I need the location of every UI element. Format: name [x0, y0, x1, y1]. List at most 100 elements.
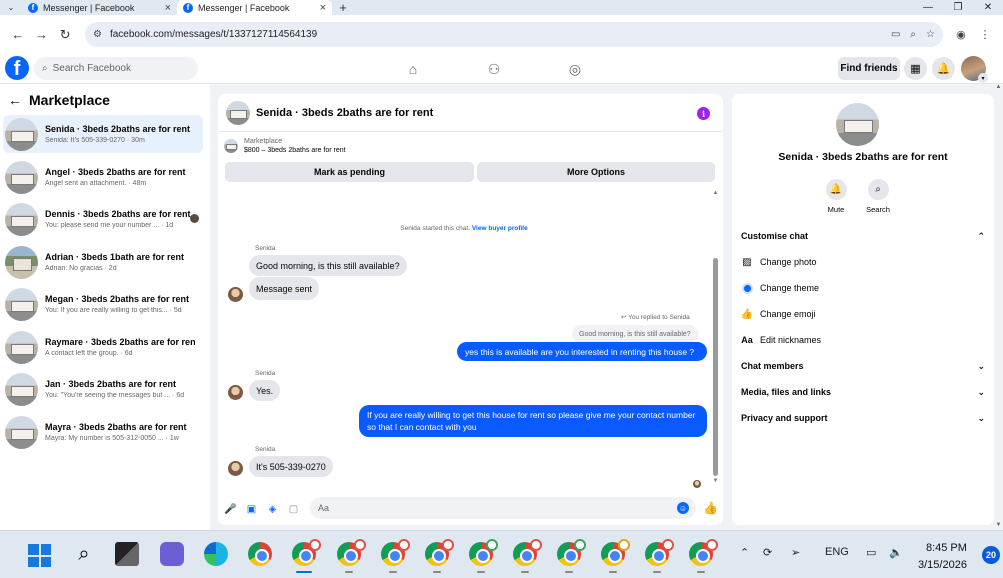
close-tab-icon[interactable]: × [320, 2, 326, 14]
chat-title[interactable]: Senida · 3beds 2baths are for rent [256, 107, 433, 119]
thread-item[interactable]: Angel · 3beds 2baths are for rent Angel … [3, 158, 203, 196]
browser-tab-1[interactable]: f Messenger | Facebook × [22, 0, 177, 15]
friends-icon[interactable]: ⚇ [484, 59, 504, 79]
change-emoji-item[interactable]: 👍 Change emoji [741, 305, 985, 323]
search-icon[interactable]: ⌕ [72, 542, 96, 566]
listing-banner[interactable]: Marketplace $800 – 3beds 2baths are for … [224, 138, 346, 154]
chat-avatar[interactable] [226, 100, 250, 125]
thread-item[interactable]: Dennis · 3beds 2baths are for rent You: … [3, 200, 203, 238]
forward-button[interactable]: → [30, 23, 54, 47]
sender-avatar[interactable] [228, 461, 243, 476]
new-tab-button[interactable]: + [332, 0, 354, 15]
minimize-button[interactable]: — [913, 0, 943, 15]
menu-grid-icon[interactable]: ▦ [904, 57, 927, 80]
thread-item[interactable]: Adrian · 3beds 1bath are for rent Adrian… [3, 243, 203, 281]
change-theme-item[interactable]: Change theme [741, 279, 985, 297]
scroll-down-icon[interactable]: ▼ [994, 522, 1003, 528]
gif-icon[interactable]: ▢ [287, 503, 300, 516]
sender-avatar[interactable] [228, 287, 243, 302]
chrome-profile-icon[interactable] [601, 539, 630, 573]
reload-button[interactable]: ↻ [53, 23, 77, 47]
home-icon[interactable]: ⌂ [403, 59, 423, 79]
groups-icon[interactable]: ◎ [565, 59, 585, 79]
chrome-profile-icon[interactable] [337, 539, 366, 573]
page-scrollbar[interactable]: ▲ ▼ [994, 84, 1003, 530]
chrome-profile-icon[interactable] [689, 539, 718, 573]
incoming-message[interactable]: It's 505-339-0270 [249, 456, 333, 477]
edge-browser-icon[interactable] [204, 542, 228, 566]
change-photo-item[interactable]: ▨ Change photo [741, 253, 985, 271]
emoji-icon[interactable]: ☺ [677, 502, 689, 514]
zoom-icon[interactable]: ⌕ [910, 29, 916, 40]
back-arrow-icon[interactable]: ← [8, 92, 22, 108]
chevron-up-icon[interactable]: ⌃ [740, 546, 749, 559]
sync-icon[interactable]: ⟳ [763, 546, 772, 559]
chrome-profile-icon[interactable] [645, 539, 674, 573]
search-action[interactable]: ⌕ Search [858, 179, 898, 214]
install-app-icon[interactable]: ▭ [891, 29, 900, 40]
notifications-bell-icon[interactable]: 🔔 [932, 57, 955, 80]
thread-item[interactable]: Megan · 3beds 2baths are for rent You: I… [3, 285, 203, 323]
profile-icon[interactable]: ◉ [949, 28, 973, 41]
bookmark-star-icon[interactable]: ☆ [926, 29, 935, 40]
mark-as-pending-button[interactable]: Mark as pending [225, 162, 474, 182]
browser-menu-icon[interactable]: ⋮ [973, 28, 997, 41]
chat-scrollbar[interactable]: ▲ ▼ [712, 190, 719, 488]
chat-members-section[interactable]: Chat members ⌄ [741, 357, 985, 375]
chrome-profile-icon[interactable] [557, 539, 586, 573]
outgoing-message[interactable]: If you are really willing to get this ho… [359, 405, 707, 437]
thread-item[interactable]: Mayra · 3beds 2baths are for rent Mayra:… [3, 413, 203, 451]
outgoing-message[interactable]: yes this is available are you interested… [457, 342, 707, 361]
restore-button[interactable]: ❐ [943, 0, 973, 15]
location-arrow-icon[interactable]: ➢ [791, 546, 800, 559]
address-bar[interactable]: ⚙ facebook.com/messages/t/13371271145641… [84, 22, 943, 47]
incoming-message[interactable]: Message sent [249, 277, 320, 300]
incoming-message[interactable]: Good morning, is this still available? [249, 255, 407, 276]
view-buyer-profile-link[interactable]: View buyer profile [472, 225, 528, 232]
mute-action[interactable]: 🔔 Mute [816, 179, 856, 214]
back-button[interactable]: ← [6, 23, 30, 47]
network-icon[interactable]: ▭ [866, 546, 876, 559]
chrome-profile-icon[interactable] [381, 539, 410, 573]
close-window-button[interactable]: ✕ [973, 0, 1003, 15]
windows-start-icon[interactable] [28, 544, 51, 567]
facebook-logo[interactable]: f [5, 56, 29, 80]
volume-icon[interactable]: 🔈 [889, 546, 903, 559]
tab-list-dropdown[interactable]: ⌄ [0, 0, 22, 15]
sticker-icon[interactable]: ◈ [266, 503, 279, 516]
thread-item[interactable]: Raymare · 3beds 2baths are for rent A co… [3, 328, 203, 366]
system-clock[interactable]: 8:45 PM 3/15/2026 [918, 540, 967, 574]
message-input[interactable]: Aa ☺ [310, 497, 696, 519]
microphone-icon[interactable]: 🎤 [224, 503, 237, 516]
chrome-profile-icon[interactable] [292, 539, 321, 573]
scroll-up-icon[interactable]: ▲ [994, 84, 1003, 90]
scrollbar-thumb[interactable] [713, 258, 718, 476]
chrome-icon[interactable] [248, 542, 272, 566]
incoming-message[interactable]: Yes. [249, 380, 281, 401]
language-indicator[interactable]: ENG [825, 546, 849, 558]
privacy-support-section[interactable]: Privacy and support ⌄ [741, 409, 985, 427]
close-tab-icon[interactable]: × [165, 2, 171, 14]
more-options-button[interactable]: More Options [477, 162, 715, 182]
sender-avatar[interactable] [228, 385, 243, 400]
browser-tab-2[interactable]: f Messenger | Facebook × [177, 0, 332, 15]
thumbs-up-icon[interactable]: 👍 [703, 501, 718, 515]
chrome-profile-icon[interactable] [469, 539, 498, 573]
facebook-search-input[interactable]: ⌕ Search Facebook [34, 57, 198, 80]
task-view-icon[interactable] [115, 542, 139, 566]
conversation-avatar[interactable] [836, 103, 879, 146]
find-friends-button[interactable]: Find friends [838, 57, 900, 80]
edit-nicknames-item[interactable]: Aa Edit nicknames [741, 331, 985, 349]
site-info-icon[interactable]: ⚙ [93, 29, 102, 40]
chrome-profile-icon[interactable] [425, 539, 454, 573]
notification-count-badge[interactable]: 20 [982, 546, 1000, 564]
scroll-down-icon[interactable]: ▼ [712, 478, 719, 484]
scroll-up-icon[interactable]: ▲ [712, 190, 719, 196]
thread-item[interactable]: Senida · 3beds 2baths are for rent Senid… [3, 115, 203, 153]
account-caret-icon[interactable]: ▾ [978, 73, 988, 83]
thread-item[interactable]: Jan · 3beds 2baths are for rent You: "Yo… [3, 370, 203, 408]
reply-quote[interactable]: Good morning, is this still available? [572, 325, 698, 343]
conversation-info-icon[interactable]: i [697, 107, 710, 120]
chrome-profile-icon[interactable] [513, 539, 542, 573]
media-files-section[interactable]: Media, files and links ⌄ [741, 383, 985, 401]
